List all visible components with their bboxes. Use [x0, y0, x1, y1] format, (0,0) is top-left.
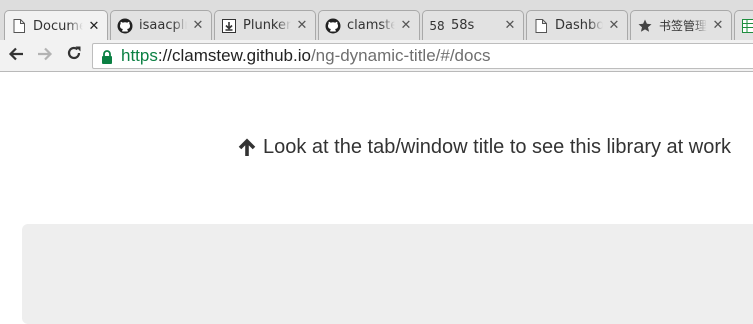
tab-58s[interactable]: 58 58s ✕ — [422, 10, 524, 40]
tab-title: 书签管理器 — [659, 17, 707, 34]
58-icon: 58 — [429, 18, 445, 34]
tab-close-icon[interactable]: ✕ — [503, 18, 517, 33]
tab-title: isaacplmann — [139, 18, 187, 33]
hint-message: Look at the tab/window title to see this… — [237, 136, 731, 159]
url-scheme: https — [121, 46, 158, 66]
back-button[interactable] — [5, 44, 27, 66]
tab-close-icon[interactable]: ✕ — [399, 18, 413, 33]
tab-title: Dashboard — [555, 18, 603, 33]
sheet-icon — [741, 18, 753, 34]
content-panel — [22, 224, 753, 324]
tab-strip: Document ✕ isaacplmann ✕ Plunker ✕ clams… — [0, 0, 753, 40]
tab-sheet[interactable] — [734, 10, 753, 40]
tab-clamstew[interactable]: clamstew ✕ — [318, 10, 420, 40]
tab-close-icon[interactable]: ✕ — [295, 18, 309, 33]
download-box-icon — [221, 18, 237, 34]
forward-button[interactable] — [34, 44, 56, 66]
forward-arrow-icon — [37, 46, 53, 65]
tab-close-icon[interactable]: ✕ — [607, 18, 621, 33]
address-bar[interactable]: https://clamstew.github.io/ng-dynamic-ti… — [92, 43, 753, 69]
reload-icon — [66, 45, 82, 65]
star-icon — [637, 18, 653, 34]
url-path: /ng-dynamic-title/#/docs — [311, 46, 491, 66]
tab-close-icon[interactable]: ✕ — [711, 18, 725, 33]
document-icon — [533, 18, 549, 34]
hint-text: Look at the tab/window title to see this… — [263, 136, 731, 159]
tab-title: Plunker — [243, 18, 291, 33]
browser-chrome: Document ✕ isaacplmann ✕ Plunker ✕ clams… — [0, 0, 753, 72]
reload-button[interactable] — [63, 44, 85, 66]
lock-icon — [101, 49, 113, 63]
tab-document[interactable]: Document ✕ — [4, 10, 108, 40]
tab-title: clamstew — [347, 18, 395, 33]
tab-close-icon[interactable]: ✕ — [191, 18, 205, 33]
page-content: Look at the tab/window title to see this… — [0, 72, 753, 294]
tab-plunker[interactable]: Plunker ✕ — [214, 10, 316, 40]
url-separator: :// — [158, 46, 172, 66]
tab-title: Document — [33, 19, 83, 34]
tab-close-icon[interactable]: ✕ — [87, 19, 101, 34]
url-host: clamstew.github.io — [172, 46, 311, 66]
arrow-up-icon — [237, 138, 257, 158]
github-icon — [117, 18, 133, 34]
tab-dashboard[interactable]: Dashboard ✕ — [526, 10, 628, 40]
github-icon — [325, 18, 341, 34]
tab-title: 58s — [451, 18, 499, 33]
tab-isaacplmann[interactable]: isaacplmann ✕ — [110, 10, 212, 40]
toolbar: https://clamstew.github.io/ng-dynamic-ti… — [0, 40, 753, 72]
back-arrow-icon — [8, 46, 24, 65]
tab-bookmarks[interactable]: 书签管理器 ✕ — [630, 10, 732, 40]
document-icon — [11, 18, 27, 34]
